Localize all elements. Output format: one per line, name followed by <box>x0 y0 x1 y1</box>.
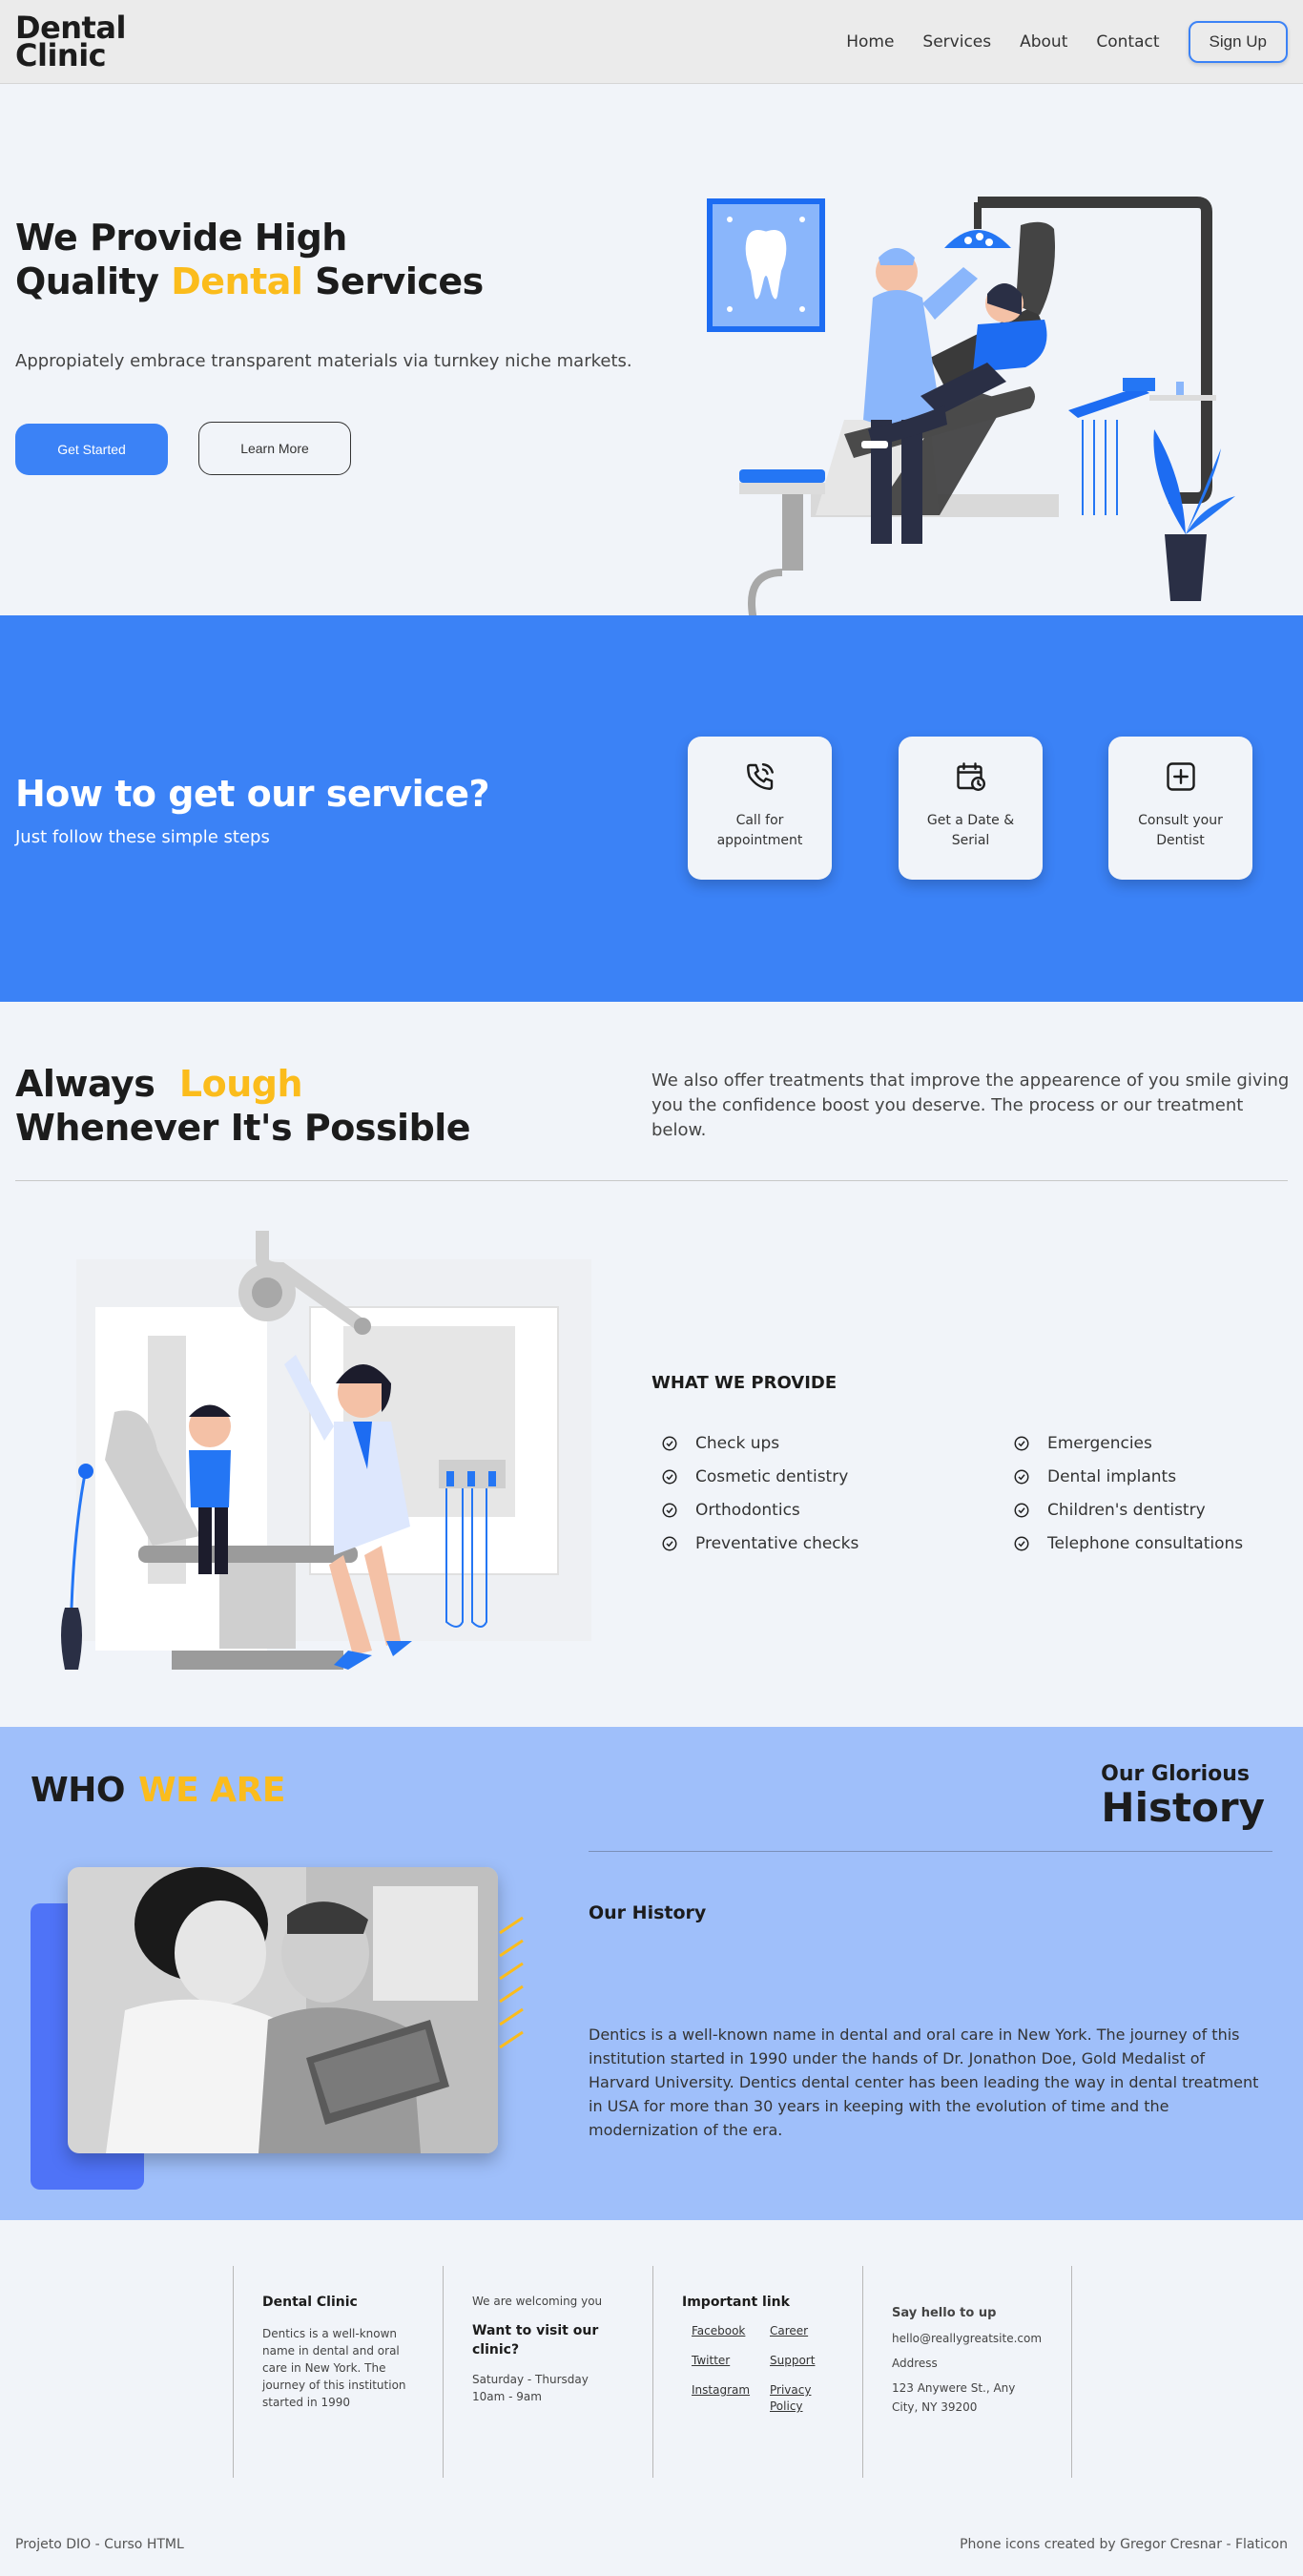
services-list-right: Emergencies Dental implants Children's d… <box>1013 1426 1243 1560</box>
services-list-left: Check ups Cosmetic dentistry Orthodontic… <box>661 1426 858 1560</box>
history-text: Dentics is a well-known name in dental a… <box>589 2025 1259 2139</box>
list-item: Orthodontics <box>661 1493 858 1527</box>
navbar: Dental Clinic Home Services About Contac… <box>0 0 1303 84</box>
footer-link-support[interactable]: Support <box>770 2353 837 2369</box>
what-we-provide-title: WHAT WE PROVIDE <box>652 1373 838 1393</box>
check-circle-icon <box>1014 1469 1029 1484</box>
history-kicker: Our Glorious <box>1101 1762 1250 1786</box>
treatments-section: Always Lough Whenever It's Possible We a… <box>0 1002 1303 1727</box>
footer-link-instagram[interactable]: Instagram <box>692 2382 770 2415</box>
credits-left: Projeto DIO - Curso HTML <box>15 2537 184 2552</box>
plus-square-icon <box>1166 762 1195 791</box>
check-circle-icon <box>1014 1536 1029 1550</box>
hero-title: We Provide High Quality Dental Services <box>15 217 484 302</box>
step-label: Consult your Dentist <box>1138 813 1223 848</box>
footer-col-visit: We are welcoming you Want to visit our c… <box>443 2266 652 2478</box>
our-history-heading: Our History <box>589 1902 707 1923</box>
list-item: Cosmetic dentistry <box>661 1460 858 1493</box>
treatments-title: Always Lough Whenever It's Possible <box>15 1063 471 1149</box>
nav-link-home[interactable]: Home <box>846 32 894 52</box>
steps-section: How to get our service? Just follow thes… <box>0 615 1303 1002</box>
divider <box>589 1851 1272 1852</box>
check-circle-icon <box>662 1536 677 1550</box>
dentist-with-child-illustration <box>61 1231 591 1670</box>
steps-subtitle: Just follow these simple steps <box>15 827 270 847</box>
steps-title: How to get our service? <box>15 773 490 815</box>
hero-subtitle: Appropiately embrace transparent materia… <box>15 351 632 371</box>
footer: Dental Clinic Dentics is a well-known na… <box>0 2220 1303 2569</box>
logo[interactable]: Dental Clinic <box>15 12 126 71</box>
check-circle-icon <box>1014 1436 1029 1450</box>
check-circle-icon <box>662 1436 677 1450</box>
divider <box>15 1180 1288 1181</box>
step-label: Get a Date & Serial <box>926 813 1015 848</box>
history-title: History <box>1101 1784 1265 1831</box>
sign-up-button[interactable]: Sign Up <box>1188 20 1288 63</box>
list-item: Telephone consultations <box>1013 1527 1243 1560</box>
credits-right: Phone icons created by Gregor Cresnar - … <box>960 2537 1288 2552</box>
calendar-icon <box>956 762 985 791</box>
list-item: Preventative checks <box>661 1527 858 1560</box>
nav-link-about[interactable]: About <box>1020 32 1067 52</box>
nav-link-contact[interactable]: Contact <box>1096 32 1159 52</box>
check-circle-icon <box>662 1503 677 1517</box>
decorative-stripes <box>499 1916 524 2049</box>
hero-section: We Provide High Quality Dental Services … <box>0 84 1303 621</box>
nav-link-services[interactable]: Services <box>922 32 991 52</box>
step-card-date[interactable]: Get a Date & Serial <box>899 737 1043 880</box>
main-menu: Home Services About Contact Sign Up <box>846 20 1288 63</box>
dentist-patient-photo <box>68 1867 498 2153</box>
who-we-are-title: WHO WE ARE <box>31 1771 285 1810</box>
contact-email[interactable]: hello@reallygreatsite.com <box>892 2332 1044 2345</box>
list-item: Dental implants <box>1013 1460 1243 1493</box>
who-we-are-section: WHO WE ARE Our Glorious History Our Histo… <box>0 1727 1303 2220</box>
footer-link-career[interactable]: Career <box>770 2323 837 2339</box>
list-item: Children's dentistry <box>1013 1493 1243 1527</box>
learn-more-button[interactable]: Learn More <box>198 422 351 475</box>
step-card-consult[interactable]: Consult your Dentist <box>1108 737 1252 880</box>
phone-icon <box>746 763 774 790</box>
list-item: Emergencies <box>1013 1426 1243 1460</box>
footer-col-contact: Say hello to up hello@reallygreatsite.co… <box>862 2266 1072 2478</box>
treatments-text: We also offer treatments that improve th… <box>652 1070 1290 1140</box>
list-item: Check ups <box>661 1426 858 1460</box>
footer-col-about: Dental Clinic Dentics is a well-known na… <box>233 2266 443 2478</box>
step-card-call[interactable]: Call for appointment <box>688 737 832 880</box>
footer-link-twitter[interactable]: Twitter <box>692 2353 770 2369</box>
dentist-chair-illustration <box>707 197 1235 621</box>
get-started-button[interactable]: Get Started <box>15 424 168 475</box>
check-circle-icon <box>1014 1503 1029 1517</box>
check-circle-icon <box>662 1469 677 1484</box>
footer-col-links: Important link Facebook Career Twitter S… <box>652 2266 862 2478</box>
step-label: Call for appointment <box>716 813 803 848</box>
footer-link-facebook[interactable]: Facebook <box>692 2323 770 2339</box>
footer-link-privacy[interactable]: Privacy Policy <box>770 2382 837 2415</box>
